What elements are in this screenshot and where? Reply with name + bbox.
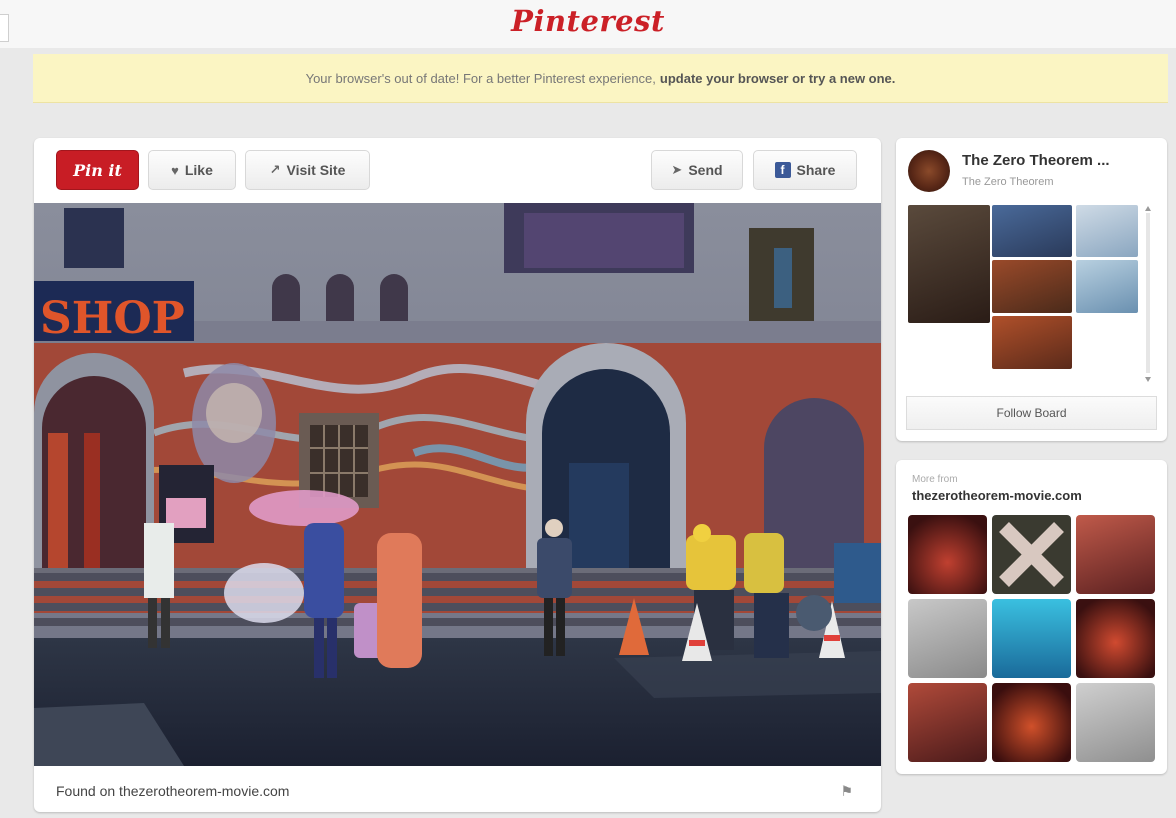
pin-image[interactable]: SHOP — [34, 203, 881, 766]
x-pattern-graphic — [999, 522, 1064, 587]
heart-icon: ♥ — [171, 162, 179, 178]
board-thumb[interactable] — [992, 205, 1072, 257]
scrollbar-graphic — [1145, 206, 1151, 382]
update-browser-link[interactable]: update your browser or try a new one. — [660, 71, 896, 86]
board-owner[interactable]: The Zero Theorem — [962, 176, 1054, 188]
visit-site-label: Visit Site — [286, 162, 346, 178]
board-thumb[interactable] — [908, 205, 990, 323]
more-thumb[interactable] — [908, 599, 987, 678]
more-thumb[interactable] — [908, 515, 987, 594]
visit-icon: ↗ — [269, 162, 281, 177]
outdated-browser-banner: Your browser's out of date! For a better… — [33, 54, 1168, 103]
more-thumb[interactable] — [1076, 683, 1155, 762]
share-button[interactable]: f Share — [753, 150, 857, 190]
flag-icon[interactable]: ⚑ — [840, 783, 853, 800]
pin-card: Pin it ♥ Like ↗ Visit Site ➤ Send f Shar… — [34, 138, 881, 812]
follow-board-button[interactable]: Follow Board — [906, 396, 1157, 430]
pin-it-button[interactable]: Pin it — [56, 150, 139, 190]
more-thumb[interactable] — [992, 515, 1071, 594]
more-thumb[interactable] — [1076, 515, 1155, 594]
more-from-card: More from thezerotheorem-movie.com — [896, 460, 1167, 774]
more-thumb[interactable] — [1076, 599, 1155, 678]
board-card: The Zero Theorem ... The Zero Theorem Fo… — [896, 138, 1167, 441]
pin-photo-graphic: SHOP — [34, 203, 881, 766]
top-bar: Pinterest — [0, 0, 1176, 48]
facebook-icon: f — [774, 162, 791, 178]
visit-site-button[interactable]: ↗ Visit Site — [245, 150, 370, 190]
board-thumb[interactable] — [992, 260, 1072, 313]
send-label: Send — [688, 162, 723, 178]
send-icon: ➤ — [671, 162, 683, 177]
found-on-source[interactable]: Found on thezerotheorem-movie.com — [56, 783, 289, 799]
board-scrollbar[interactable] — [1143, 205, 1153, 385]
more-thumb[interactable] — [908, 683, 987, 762]
more-from-label: More from — [912, 474, 958, 485]
board-avatar[interactable] — [908, 150, 950, 192]
board-thumb[interactable] — [1076, 260, 1138, 313]
more-thumb[interactable] — [992, 599, 1071, 678]
board-thumb[interactable] — [1076, 205, 1138, 257]
pinterest-logo[interactable]: Pinterest — [0, 4, 1176, 38]
board-thumb[interactable] — [992, 316, 1072, 369]
more-from-site[interactable]: thezerotheorem-movie.com — [912, 488, 1082, 503]
more-thumb[interactable] — [992, 683, 1071, 762]
shop-sign: SHOP — [40, 293, 185, 344]
banner-text: Your browser's out of date! For a better… — [305, 70, 656, 86]
like-label: Like — [184, 162, 213, 178]
share-label: Share — [796, 162, 836, 178]
like-button[interactable]: ♥ Like — [148, 150, 236, 190]
board-title[interactable]: The Zero Theorem ... — [962, 152, 1110, 169]
send-button[interactable]: ➤ Send — [651, 150, 743, 190]
pin-it-label: Pin it — [73, 160, 122, 180]
